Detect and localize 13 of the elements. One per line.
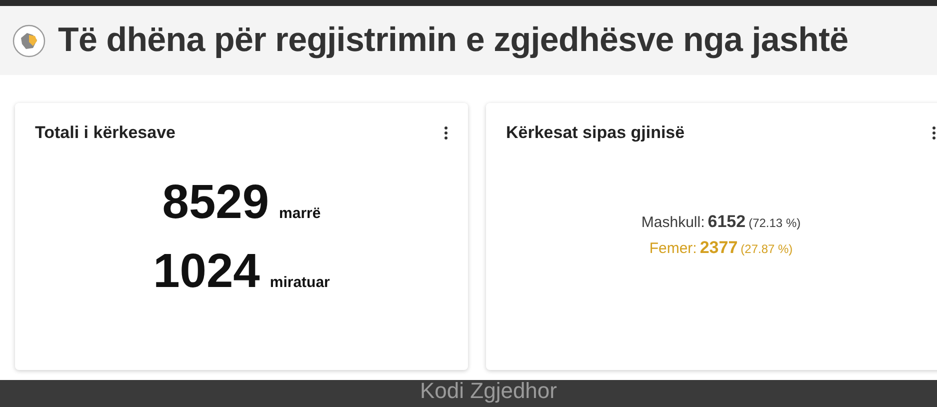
more-options-icon[interactable] xyxy=(932,126,936,140)
more-options-icon[interactable] xyxy=(444,126,448,140)
card-title: Totali i kërkesave xyxy=(35,123,176,143)
count-label: marrë xyxy=(279,204,321,222)
count-label: miratuar xyxy=(270,274,330,290)
page-title: Të dhëna për regjistrimin e zgjedhësve nga jashtë xyxy=(58,21,848,60)
emblem-icon xyxy=(12,24,46,58)
gender-stat: Mashkull: 6152 (72.13 %) xyxy=(641,212,801,232)
total-count: 8529 xyxy=(162,174,270,230)
card-title: Kërkesat sipas gjinisë xyxy=(506,123,685,143)
footer-text: Kodi Zgjedhor xyxy=(419,380,557,405)
total-count: 1024 xyxy=(153,244,260,298)
gender-stat: Femer: 2377 (27.87 %) xyxy=(649,238,793,258)
